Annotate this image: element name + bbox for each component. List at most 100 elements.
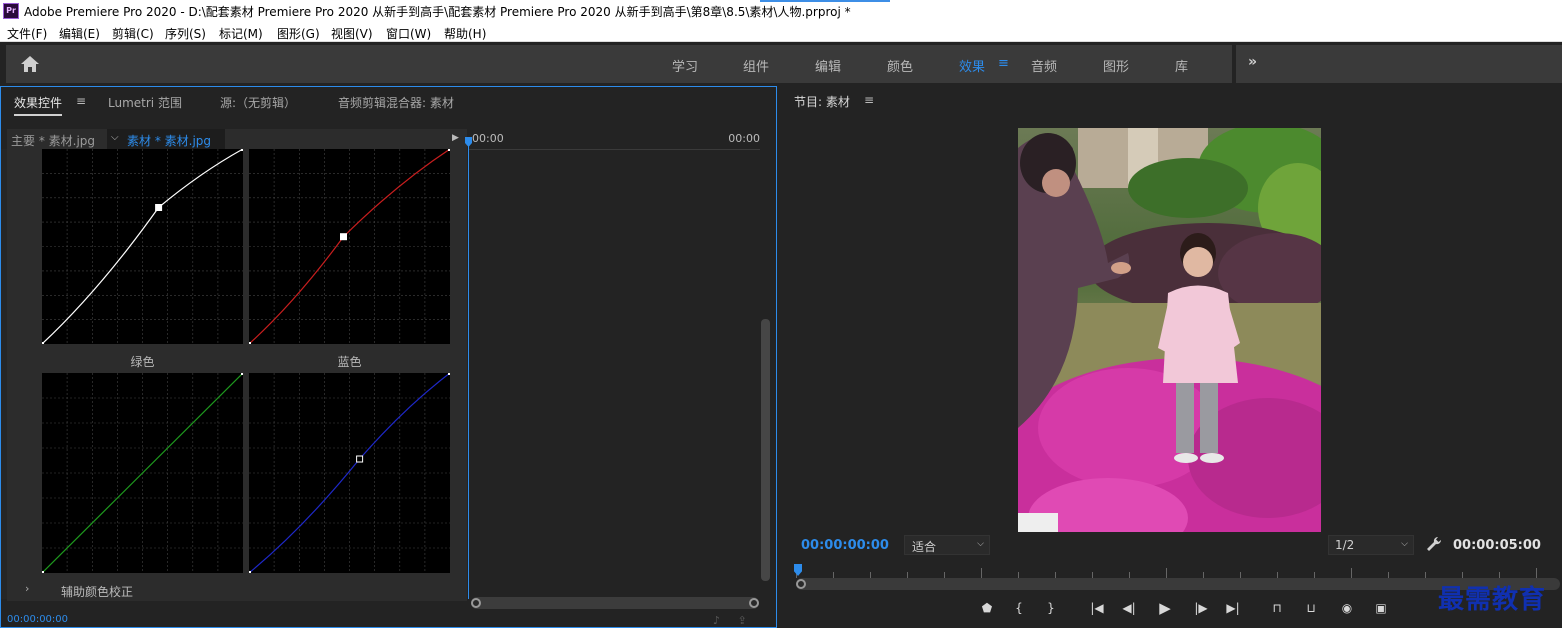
zoom-handle-left[interactable] [471,598,481,608]
add-marker-icon[interactable]: ⬟ [976,598,998,618]
program-monitor-title[interactable]: 节目: 素材 [794,93,850,110]
green-curve-label: 绿色 [130,355,155,369]
green-curve-graph[interactable] [42,373,243,573]
mark-out-icon[interactable]: } [1040,598,1062,618]
red-curve-control-point[interactable] [448,149,451,151]
audio-only-icon[interactable]: ♪ [713,614,720,627]
blue-curve-label: 蓝色 [337,355,362,369]
effect-controls-vertical-scrollbar[interactable] [761,319,770,581]
workspace-menu-icon[interactable]: ≡ [998,56,1009,71]
title-bar-accent [760,0,890,2]
workspace-overflow: » [1236,45,1562,83]
panel-menu-icon[interactable]: ≡ [76,94,86,108]
watermark-logo: 最需教育 [1438,585,1547,615]
blue-curve-svg [249,373,450,573]
ruler-tick [1536,568,1537,578]
home-button[interactable] [6,45,666,83]
workspace-tab-effects[interactable]: 效果 [959,56,985,75]
workspace-tab-editing[interactable]: 编辑 [815,56,841,75]
clip-selector-row: 主要 * 素材.jpg ⌵ 素材 * 素材.jpg ▶ [7,129,467,149]
chevron-down-icon: ⌵ [111,132,119,143]
export-frame-icon[interactable]: ◉ [1336,598,1358,618]
show-timeline-icon[interactable]: ▶ [452,133,459,143]
mark-in-icon[interactable]: { [1008,598,1030,618]
chevron-right-icon[interactable]: › [25,582,29,595]
tab-source[interactable]: 源:（无剪辑） [220,94,296,111]
menu-edit[interactable]: 编辑(E) [59,25,100,42]
sequence-clip-tab[interactable]: ⌵ 素材 * 素材.jpg [107,129,225,149]
menu-markers[interactable]: 标记(M) [219,25,263,42]
program-time-ruler[interactable] [796,564,1556,578]
zoom-handle-right[interactable] [749,598,759,608]
compare-icon[interactable]: ▣ [1370,598,1392,618]
workspace-tab-assembly[interactable]: 组件 [743,56,769,75]
blue-curve-control-point[interactable] [249,571,251,574]
lift-icon[interactable]: ⊓ [1266,598,1288,618]
red-curve-svg [249,149,450,344]
export-icon[interactable]: ⇪ [738,614,747,627]
title-bar: Pr Adobe Premiere Pro 2020 - D:\配套素材 Pre… [0,0,1562,22]
menu-help[interactable]: 帮助(H) [444,25,486,42]
panel-tabs: 效果控件 ≡ Lumetri 范围 源:（无剪辑） 音频剪辑混合器: 素材 [1,87,776,117]
go-to-out-icon[interactable]: ▶| [1222,598,1244,618]
video-still-image [1018,128,1321,532]
workspace-tab-libraries[interactable]: 库 [1175,56,1188,75]
play-icon[interactable]: ▶ [1154,598,1176,618]
blue-curve-control-point[interactable] [448,373,451,375]
effect-controls-timecode[interactable]: 00:00:00:00 [7,614,68,625]
ruler-tick [981,568,982,578]
wrench-icon[interactable] [1426,536,1442,552]
program-current-timecode[interactable]: 00:00:00:00 [801,538,889,553]
workspace-tab-learning[interactable]: 学习 [672,56,698,75]
green-curve-svg [42,373,243,573]
effect-controls-zoom-scrollbar[interactable] [471,597,759,609]
workspace-tabs: 学习 组件 编辑 颜色 效果 ≡ 音频 图形 库 [660,45,1232,83]
luma-curve-control-point[interactable] [155,204,163,211]
zoom-fit-select[interactable]: 适合 ⌵ [904,535,990,555]
extract-icon[interactable]: ⊔ [1300,598,1322,618]
luma-curve-graph[interactable] [42,149,243,344]
effect-controls-timeline: 00:00 00:00 [465,129,776,599]
program-monitor-panel: 节目: 素材 ≡ 00:00:00:00 适合 ⌵ 1/2 ⌵ 00:00:05… [780,86,1562,628]
blue-curve-graph[interactable] [249,373,450,573]
premiere-logo-icon: Pr [3,3,19,19]
luma-curve-control-point[interactable] [42,342,44,345]
overflow-chevron-icon[interactable]: » [1248,54,1257,70]
workspace-bar: 学习 组件 编辑 颜色 效果 ≡ 音频 图形 库 » [0,43,1562,83]
menu-clip[interactable]: 剪辑(C) [112,25,154,42]
menu-window[interactable]: 窗口(W) [386,25,431,42]
playback-resolution-select[interactable]: 1/2 ⌵ [1328,535,1414,555]
tab-lumetri-scopes[interactable]: Lumetri 范围 [108,94,182,111]
secondary-color-correction-label: 辅助颜色校正 [61,585,134,599]
step-back-icon[interactable]: ◀| [1118,598,1140,618]
menu-view[interactable]: 视图(V) [331,25,373,42]
green-curve-control-point[interactable] [241,373,244,375]
menu-file[interactable]: 文件(F) [7,25,47,42]
tab-audio-clip-mixer[interactable]: 音频剪辑混合器: 素材 [338,94,454,111]
workspace-tab-color[interactable]: 颜色 [887,56,913,75]
red-curve-graph[interactable] [249,149,450,344]
timeline-ruler [468,149,760,150]
master-clip-label[interactable]: 主要 * 素材.jpg [11,132,95,149]
sequence-clip-label: 素材 * 素材.jpg [127,134,212,148]
panel-menu-icon[interactable]: ≡ [864,93,874,107]
red-curve-control-point[interactable] [249,342,251,345]
red-curve-control-point[interactable] [340,233,347,241]
zoom-handle-left[interactable] [796,579,806,589]
timeline-playhead-line [468,139,469,599]
secondary-color-correction-row[interactable]: › 辅助颜色校正 [7,579,467,601]
menu-bar: 文件(F) 编辑(E) 剪辑(C) 序列(S) 标记(M) 图形(G) 视图(V… [0,22,1562,42]
program-video-frame[interactable] [1018,128,1321,532]
green-curve-control-point[interactable] [42,571,44,574]
go-to-in-icon[interactable]: |◀ [1086,598,1108,618]
ruler-tick [1351,568,1352,578]
workspace-tab-audio[interactable]: 音频 [1031,56,1057,75]
step-forward-icon[interactable]: |▶ [1190,598,1212,618]
workspace-tab-graphics[interactable]: 图形 [1103,56,1129,75]
effect-controls-panel: 效果控件 ≡ Lumetri 范围 源:（无剪辑） 音频剪辑混合器: 素材 主要… [0,86,777,628]
menu-sequence[interactable]: 序列(S) [165,25,206,42]
menu-graphics[interactable]: 图形(G) [277,25,320,42]
tab-effect-controls[interactable]: 效果控件 [14,94,63,116]
luma-curve-control-point[interactable] [241,149,244,151]
blue-curve-control-point[interactable] [356,455,364,463]
